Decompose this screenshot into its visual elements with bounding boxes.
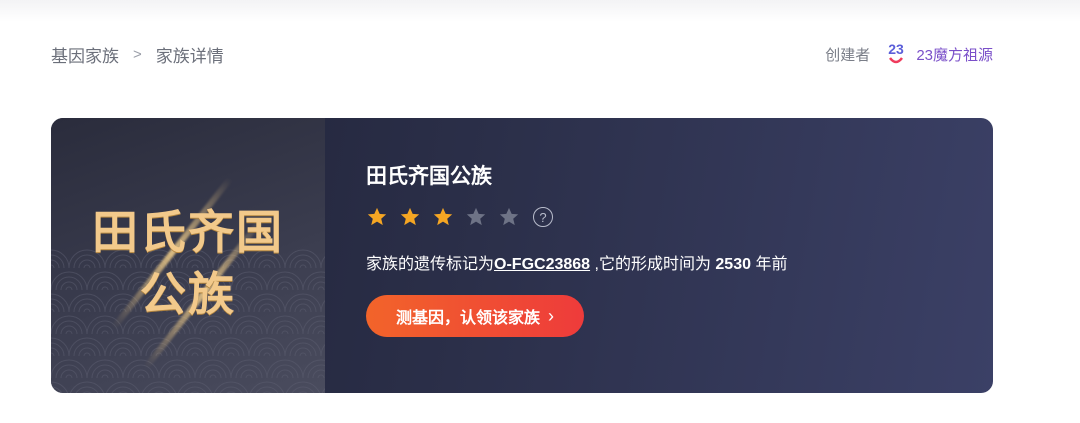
desc-middle: ,它的形成时间为 [590, 256, 716, 273]
family-description: 家族的遗传标记为O-FGC23868 ,它的形成时间为 2530 年前 [366, 250, 787, 274]
chevron-right-icon: > [133, 45, 142, 63]
marker-code-link[interactable]: O-FGC23868 [494, 256, 590, 273]
star-filled-icon [433, 207, 453, 226]
creator-name-link[interactable]: 23魔方祖源 [916, 44, 993, 65]
star-filled-icon [400, 207, 420, 226]
formation-years: 2530 [715, 256, 751, 273]
top-shadow [0, 0, 1080, 22]
family-card: 田氏齐国 公族 田氏齐国公族 ? 家族的遗传标记为O-FGC23868 ,它的形… [51, 118, 993, 393]
creator-label: 创建者 [825, 46, 871, 64]
star-filled-icon [367, 207, 387, 226]
brand-logo-icon: 23 [889, 42, 905, 64]
star-empty-icon [499, 207, 519, 226]
chevron-right-icon: › [548, 305, 554, 326]
claim-family-button[interactable]: 测基因，认领该家族 › [366, 295, 584, 337]
brand-logo-text: 23 [889, 42, 905, 57]
breadcrumb-family-detail: 家族详情 [155, 46, 224, 66]
desc-prefix: 家族的遗传标记为 [366, 256, 495, 273]
breadcrumb: 基因家族 > 家族详情 [51, 42, 224, 67]
claim-family-label: 测基因，认领该家族 [395, 310, 540, 327]
rating-stars: ? [366, 206, 553, 228]
desc-suffix: 年前 [751, 256, 788, 273]
badge-text-line1: 田氏齐国 [92, 205, 284, 259]
badge-text-line2: 公族 [140, 267, 236, 321]
creator-info: 创建者 23 23魔方祖源 [825, 42, 993, 65]
breadcrumb-gene-families[interactable]: 基因家族 [51, 42, 119, 67]
star-empty-icon [466, 207, 486, 226]
help-icon[interactable]: ? [533, 207, 553, 227]
family-badge-image: 田氏齐国 公族 [51, 118, 325, 393]
family-title: 田氏齐国公族 [366, 165, 492, 188]
